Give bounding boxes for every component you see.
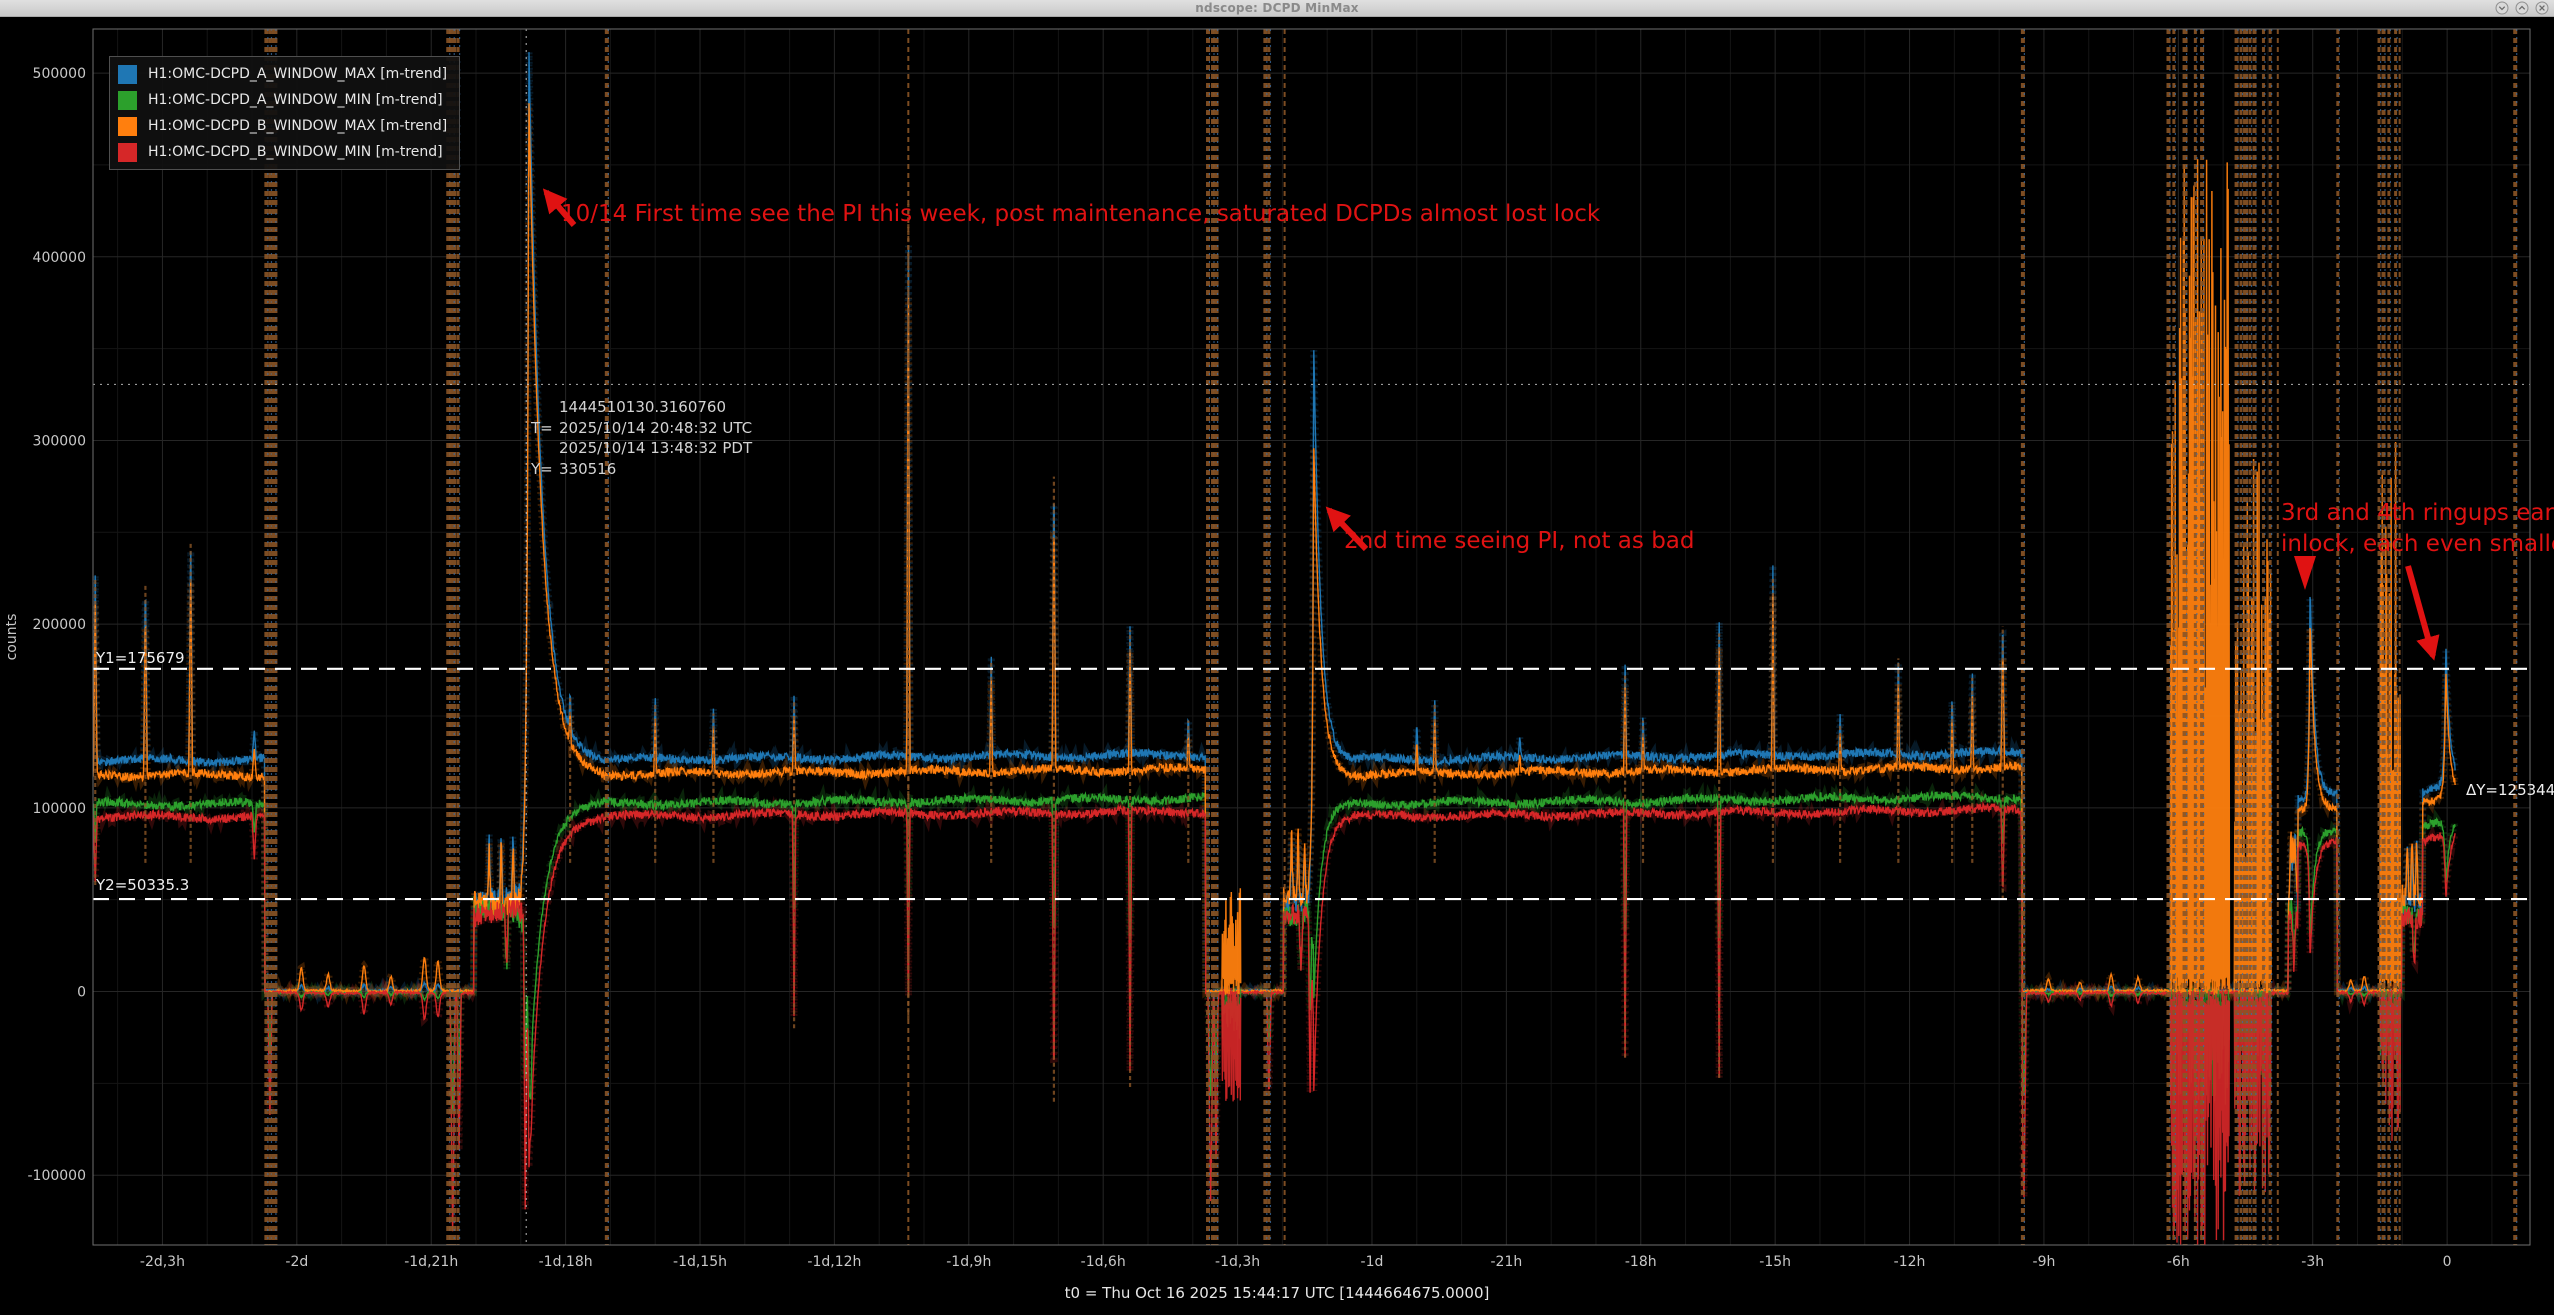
y-tick-label: 300000 <box>33 433 86 449</box>
x-tick-label: -1d,9h <box>946 1254 991 1270</box>
y-tick-label: -100000 <box>28 1168 87 1184</box>
legend-color-swatch <box>118 65 137 84</box>
annotation-second-pi: 2nd time seeing PI, not as bad <box>1344 528 1695 554</box>
legend-color-swatch <box>118 91 137 110</box>
x-tick-label: -18h <box>1625 1254 1657 1270</box>
window-shade-button[interactable] <box>2495 1 2509 15</box>
window-title: ndscope: DCPD MinMax <box>1195 1 1358 15</box>
annotation-ringups: 3rd and 4th ringups early inlock, each e… <box>2281 498 2554 560</box>
x-tick-label: -1d,15h <box>673 1254 727 1270</box>
cursor-y2-label[interactable]: Y2=50335.3 <box>96 876 189 894</box>
cursor-gps: 1444510130.3160760 <box>559 397 752 418</box>
legend[interactable]: H1:OMC-DCPD_A_WINDOW_MAX [m-trend] H1:OMC… <box>109 56 460 170</box>
y-tick-label: 100000 <box>33 801 86 817</box>
x-tick-label: -6h <box>2167 1254 2190 1270</box>
readout-prefix <box>531 438 559 459</box>
annotation-ringups-line2: inlock, each even smaller <box>2281 529 2554 560</box>
y-axis-label: counts <box>4 614 20 661</box>
legend-color-swatch <box>118 143 137 162</box>
annotation-first-pi: 10/14 First time see the PI this week, p… <box>561 201 1600 227</box>
readout-prefix <box>531 397 559 418</box>
window-unshade-button[interactable] <box>2515 1 2529 15</box>
legend-color-swatch <box>118 117 137 136</box>
legend-item[interactable]: H1:OMC-DCPD_A_WINDOW_MAX [m-trend] <box>118 61 447 87</box>
y-tick-label: 400000 <box>33 250 86 266</box>
legend-channel-label: H1:OMC-DCPD_B_WINDOW_MIN [m-trend] <box>148 144 443 160</box>
legend-item[interactable]: H1:OMC-DCPD_A_WINDOW_MIN [m-trend] <box>118 87 447 113</box>
cursor-y-value: 330516 <box>559 459 752 480</box>
x-tick-label: -1d,6h <box>1081 1254 1126 1270</box>
readout-y-prefix: Y= <box>531 459 559 480</box>
legend-channel-label: H1:OMC-DCPD_A_WINDOW_MIN [m-trend] <box>148 92 443 108</box>
annotation-ringups-line1: 3rd and 4th ringups early <box>2281 498 2554 529</box>
x-tick-label: -12h <box>1894 1254 1926 1270</box>
x-tick-label: -15h <box>1759 1254 1791 1270</box>
annotation-arrows <box>546 192 2433 656</box>
lock-acquisition-noise <box>1222 159 2401 1248</box>
legend-channel-label: H1:OMC-DCPD_A_WINDOW_MAX [m-trend] <box>148 66 447 82</box>
ndscope-window: ndscope: DCPD MinMax -2d,3h -2d -1d,21h -1d… <box>0 0 2554 1315</box>
x-tick-label: -1d,18h <box>539 1254 593 1270</box>
x-tick-label: -2d,3h <box>140 1254 185 1270</box>
x-tick-label: 0 <box>2443 1254 2452 1270</box>
x-tick-label: -1d,3h <box>1215 1254 1260 1270</box>
x-tick-label: -3h <box>2301 1254 2324 1270</box>
window-titlebar[interactable]: ndscope: DCPD MinMax <box>0 0 2554 17</box>
y-tick-label: 500000 <box>33 66 86 82</box>
cursor-readout: 1444510130.3160760 T= 2025/10/14 20:48:3… <box>531 397 752 479</box>
legend-item[interactable]: H1:OMC-DCPD_B_WINDOW_MIN [m-trend] <box>118 139 447 165</box>
cursor-utc: 2025/10/14 20:48:32 UTC <box>559 418 752 439</box>
t0-label: t0 = Thu Oct 16 2025 15:44:17 UTC [14446… <box>0 1284 2554 1302</box>
x-tick-label: -1d <box>1361 1254 1384 1270</box>
cursor-y1-label[interactable]: Y1=175679 <box>96 649 185 667</box>
y-tick-label: 200000 <box>33 617 86 633</box>
x-tick-label: -1d,21h <box>404 1254 458 1270</box>
readout-t-prefix: T= <box>531 418 559 439</box>
window-close-button[interactable] <box>2535 1 2549 15</box>
legend-channel-label: H1:OMC-DCPD_B_WINDOW_MAX [m-trend] <box>148 118 447 134</box>
x-tick-label: -2d <box>285 1254 308 1270</box>
plot-canvas[interactable]: -2d,3h -2d -1d,21h -1d,18h -1d,15h -1d,12h -1d… <box>0 0 2554 1315</box>
y-tick-label: 0 <box>77 985 86 1001</box>
legend-item[interactable]: H1:OMC-DCPD_B_WINDOW_MAX [m-trend] <box>118 113 447 139</box>
x-tick-label: -9h <box>2033 1254 2056 1270</box>
x-tick-label: -21h <box>1490 1254 1522 1270</box>
cursor-delta-y-label: ΔY=125344 <box>2466 781 2554 799</box>
cursor-pdt: 2025/10/14 13:48:32 PDT <box>559 438 752 459</box>
x-tick-label: -1d,12h <box>807 1254 861 1270</box>
